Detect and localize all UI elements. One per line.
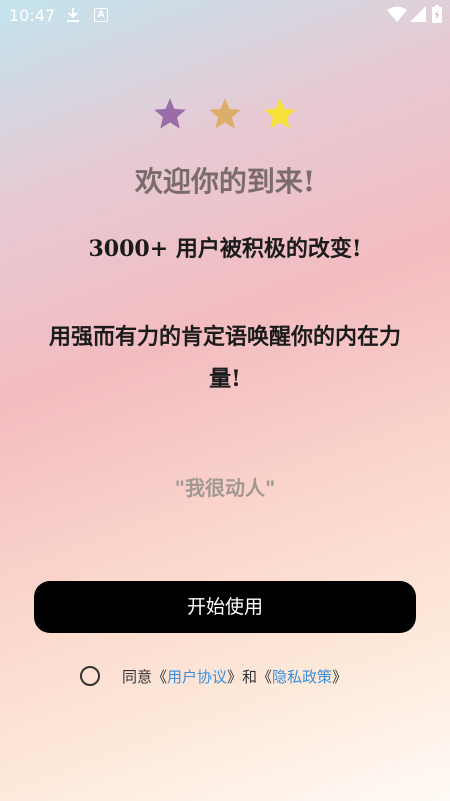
affirmation-quote: "我很动人" (174, 476, 276, 500)
signal-icon (410, 6, 426, 22)
description-text: 用强而有力的肯定语唤醒你的内在力量! (48, 324, 401, 392)
privacy-policy-link[interactable]: 隐私政策 (272, 666, 332, 687)
agree-radio[interactable] (80, 666, 100, 686)
status-time: 10:47 (9, 6, 56, 25)
user-agreement-link[interactable]: 用户协议 (167, 666, 227, 687)
wifi-icon (387, 6, 407, 22)
agreement-suffix: 》 (332, 667, 348, 686)
welcome-title: 欢迎你的到来! (134, 165, 316, 198)
a-notification-icon: A (94, 8, 108, 22)
rating-stars (0, 96, 450, 136)
agreement-prefix: 同意《 (122, 667, 168, 686)
star-icon (154, 98, 186, 129)
agreement-row: 同意《 用户协议 》和《 隐私政策 》 (80, 663, 347, 689)
agreement-middle: 》和《 (227, 667, 273, 686)
star-icon (264, 98, 296, 129)
start-button[interactable]: 开始使用 (34, 581, 416, 633)
star-icon (209, 98, 241, 129)
users-count-text: 3000+ 用户被积极的改变! (88, 236, 362, 262)
status-bar: 10:47 A (0, 0, 450, 32)
battery-icon (432, 5, 442, 23)
download-icon (67, 8, 79, 22)
